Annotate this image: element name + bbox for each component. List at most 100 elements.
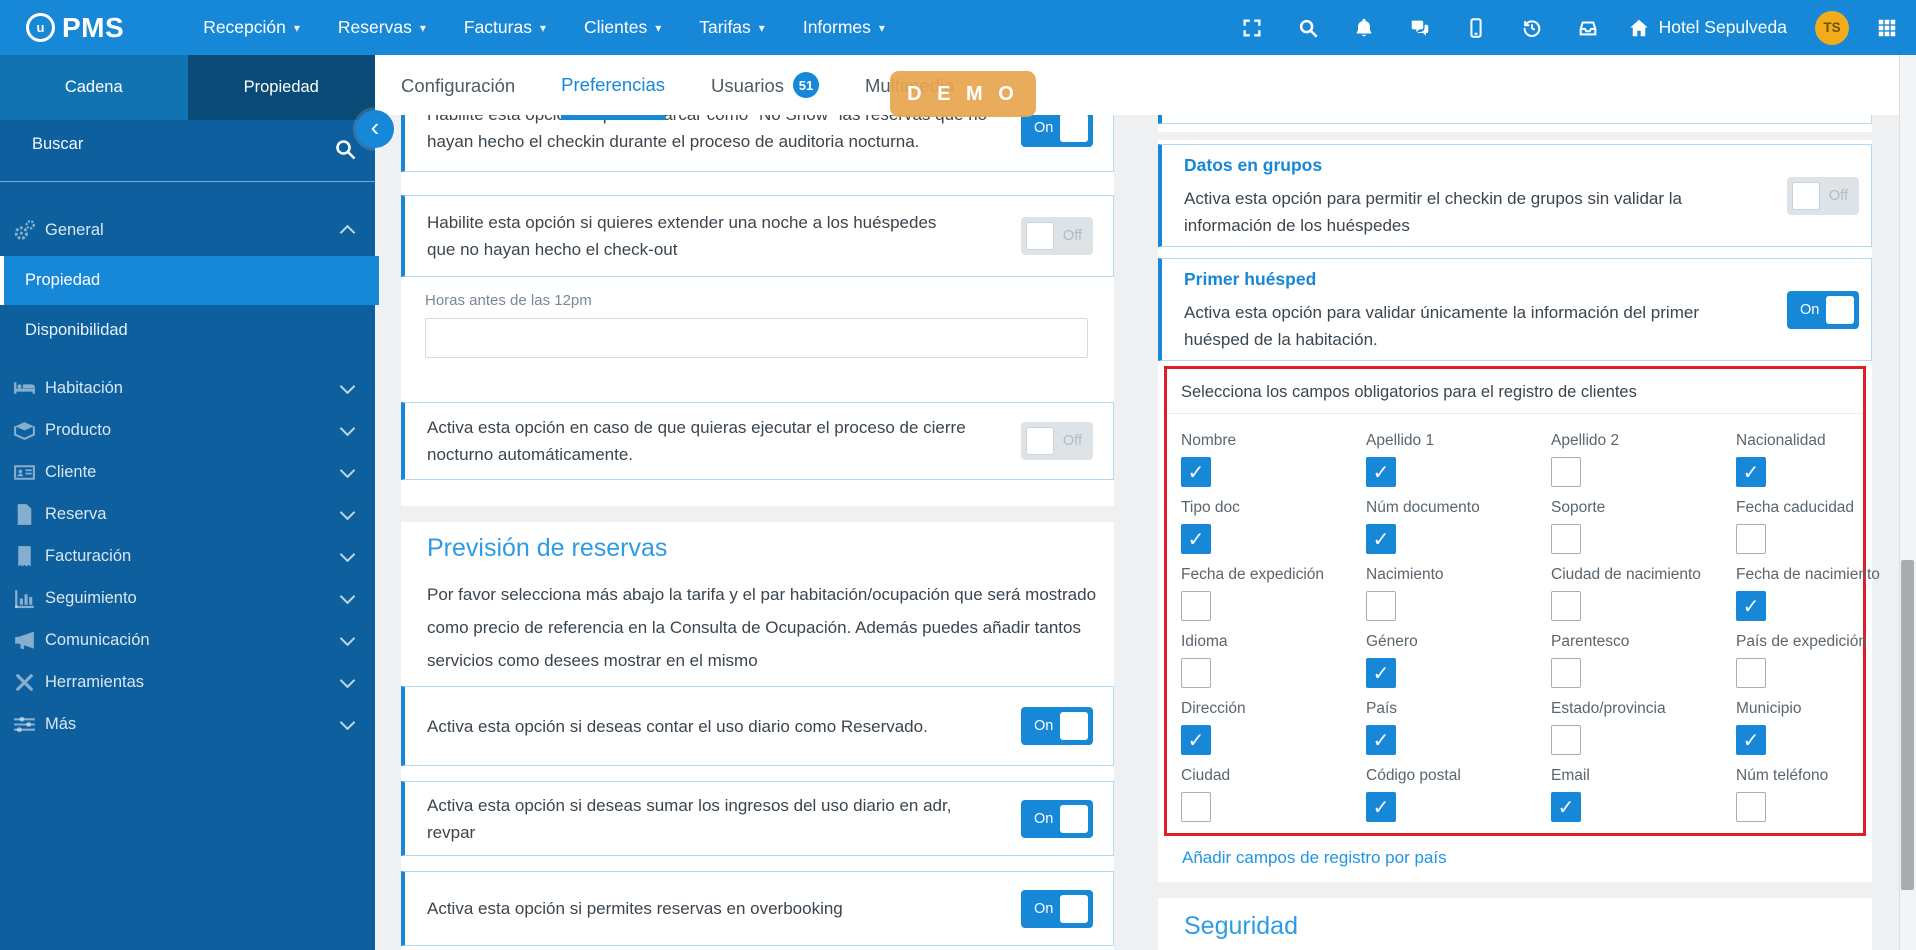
unchecked-checkbox[interactable]: [1551, 457, 1581, 487]
tab-usuarios[interactable]: Usuarios 51: [711, 55, 820, 115]
sidebar-item-facturacion[interactable]: Facturación: [0, 535, 375, 577]
toggle-knob: [1060, 804, 1088, 833]
search-icon[interactable]: [333, 137, 357, 161]
mobile-icon[interactable]: [1448, 0, 1504, 55]
sidebar-item-herramientas[interactable]: Herramientas: [0, 661, 375, 703]
history-icon[interactable]: [1504, 0, 1560, 55]
menu-informes[interactable]: Informes ▾: [784, 0, 904, 55]
unchecked-checkbox[interactable]: [1736, 524, 1766, 554]
menu-label: Facturas: [463, 17, 532, 37]
sidebar-search-input[interactable]: [30, 134, 314, 155]
menu-clientes[interactable]: Clientes ▾: [565, 0, 680, 55]
tab-label: Usuarios: [711, 74, 785, 96]
first-guest-title: Primer huésped: [1184, 269, 1317, 289]
field-label: Ciudad de nacimiento: [1551, 566, 1701, 583]
file-icon: [12, 502, 37, 527]
checked-checkbox[interactable]: ✓: [1551, 792, 1581, 822]
fullscreen-icon[interactable]: [1224, 0, 1280, 55]
inbox-icon[interactable]: [1560, 0, 1616, 55]
chevron-down-icon: ▾: [758, 20, 765, 35]
tab-configuracion[interactable]: Configuración: [401, 55, 515, 115]
daily-use-toggle[interactable]: On: [1021, 707, 1093, 745]
checked-checkbox[interactable]: ✓: [1736, 591, 1766, 621]
group-data-toggle[interactable]: Off: [1787, 176, 1859, 215]
sidebar-item-general[interactable]: General: [0, 209, 375, 251]
scrollbar-thumb[interactable]: [1901, 560, 1914, 890]
checked-checkbox[interactable]: ✓: [1736, 725, 1766, 755]
sidebar-item-label: General: [45, 220, 104, 239]
field-label: Ciudad: [1181, 767, 1231, 784]
checked-checkbox[interactable]: ✓: [1366, 658, 1396, 688]
add-country-fields-link[interactable]: Añadir campos de registro por país: [1182, 848, 1447, 868]
checked-checkbox[interactable]: ✓: [1366, 524, 1396, 554]
night-close-toggle[interactable]: Off: [1021, 422, 1093, 460]
unchecked-checkbox[interactable]: [1366, 591, 1396, 621]
field-label: Nacionalidad: [1736, 432, 1826, 449]
required-fields-box: Selecciona los campos obligatorios para …: [1164, 366, 1880, 836]
menu-label: Recepción: [203, 17, 286, 37]
sidebar-item-cliente[interactable]: Cliente: [0, 451, 375, 493]
field-label: Idioma: [1181, 633, 1228, 650]
tab-preferencias[interactable]: Preferencias: [561, 55, 666, 120]
field-option-nacionalidad: Nacionalidad ✓: [1736, 432, 1826, 487]
field-option-numtelefono: Núm teléfono: [1736, 767, 1828, 822]
chevron-down-icon: ▾: [539, 20, 546, 35]
checked-checkbox[interactable]: ✓: [1736, 457, 1766, 487]
checked-checkbox[interactable]: ✓: [1366, 792, 1396, 822]
menu-facturas[interactable]: Facturas ▾: [445, 0, 565, 55]
sidebar-item-reserva[interactable]: Reserva: [0, 493, 375, 535]
sidebar-tab-propiedad[interactable]: Propiedad: [187, 55, 375, 120]
adr-revpar-toggle[interactable]: On: [1021, 799, 1093, 838]
group-data-setting-card: Datos en grupos Activa esta opción para …: [1158, 144, 1872, 247]
menu-reservas[interactable]: Reservas ▾: [319, 0, 445, 55]
field-option-parentesco: Parentesco: [1551, 633, 1629, 688]
chevron-down-icon: [339, 504, 356, 520]
checked-checkbox[interactable]: ✓: [1181, 524, 1211, 554]
sidebar-collapse-button[interactable]: ‹: [356, 110, 394, 148]
first-guest-toggle[interactable]: On: [1787, 290, 1859, 329]
sidebar-item-comunicacion[interactable]: Comunicación: [0, 619, 375, 661]
sidebar-item-propiedad[interactable]: Propiedad: [0, 256, 379, 305]
sidebar-item-habitacion[interactable]: Habitación: [0, 367, 375, 409]
unchecked-checkbox[interactable]: [1736, 658, 1766, 688]
unchecked-checkbox[interactable]: [1551, 524, 1581, 554]
bell-icon[interactable]: [1336, 0, 1392, 55]
checked-checkbox[interactable]: ✓: [1181, 457, 1211, 487]
group-data-text: Activa esta opción para permitir el chec…: [1184, 189, 1682, 235]
first-guest-content: Primer huésped Activa esta opción para v…: [1184, 266, 1744, 353]
unchecked-checkbox[interactable]: [1551, 658, 1581, 688]
sidebar-item-producto[interactable]: Producto: [0, 409, 375, 451]
chat-icon[interactable]: [1392, 0, 1448, 55]
night-close-setting-text: Activa esta opción en caso de que quiera…: [427, 418, 966, 464]
unchecked-checkbox[interactable]: [1181, 591, 1211, 621]
extend-night-toggle[interactable]: Off: [1021, 217, 1093, 255]
unchecked-checkbox[interactable]: [1181, 792, 1211, 822]
field-option-tipodoc: Tipo doc ✓: [1181, 499, 1240, 554]
sidebar-tab-cadena[interactable]: Cadena: [0, 55, 188, 120]
hours-before-noon-input[interactable]: [425, 318, 1088, 358]
current-hotel-selector[interactable]: Hotel Sepulveda: [1616, 17, 1799, 39]
unchecked-checkbox[interactable]: [1551, 725, 1581, 755]
sidebar-item-mas[interactable]: Más: [0, 703, 375, 745]
unchecked-checkbox[interactable]: [1736, 792, 1766, 822]
user-avatar[interactable]: TS: [1815, 10, 1849, 45]
menu-recepcion[interactable]: Recepción ▾: [184, 0, 319, 55]
unchecked-checkbox[interactable]: [1551, 591, 1581, 621]
apps-grid-icon[interactable]: [1865, 0, 1909, 55]
checked-checkbox[interactable]: ✓: [1366, 457, 1396, 487]
checked-checkbox[interactable]: ✓: [1181, 725, 1211, 755]
field-label: Estado/provincia: [1551, 700, 1666, 717]
unchecked-checkbox[interactable]: [1181, 658, 1211, 688]
field-label: Apellido 2: [1551, 432, 1620, 449]
logo-text: PMS: [62, 11, 125, 43]
hotel-name-label: Hotel Sepulveda: [1658, 17, 1787, 37]
field-option-estadoprovincia: Estado/provincia: [1551, 700, 1666, 755]
field-label: Municipio: [1736, 700, 1802, 717]
overbooking-toggle[interactable]: On: [1021, 889, 1093, 928]
pms-logo[interactable]: u PMS: [26, 12, 124, 44]
sidebar-item-seguimiento[interactable]: Seguimiento: [0, 577, 375, 619]
sidebar-item-disponibilidad[interactable]: Disponibilidad: [0, 306, 375, 355]
menu-tarifas[interactable]: Tarifas ▾: [680, 0, 784, 55]
checked-checkbox[interactable]: ✓: [1366, 725, 1396, 755]
search-icon[interactable]: [1280, 0, 1336, 55]
